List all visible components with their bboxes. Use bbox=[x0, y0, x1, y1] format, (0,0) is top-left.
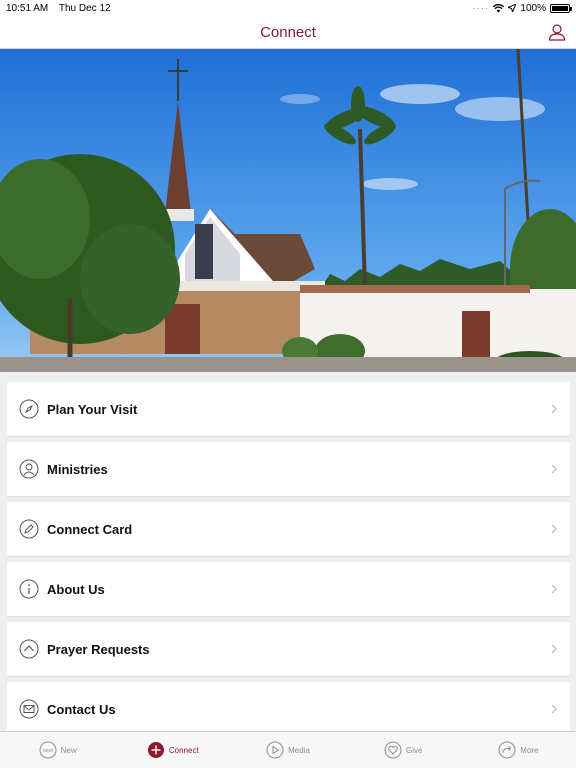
menu-item-about-us[interactable]: About Us bbox=[7, 562, 570, 616]
plus-circle-icon bbox=[147, 742, 164, 758]
nav-bar: Connect bbox=[0, 16, 576, 49]
tab-label: New bbox=[60, 745, 77, 755]
menu-item-prayer-requests[interactable]: Prayer Requests bbox=[7, 622, 570, 676]
new-badge-icon: NEW bbox=[39, 741, 57, 759]
person-circle-icon bbox=[19, 459, 39, 479]
menu-item-label: Plan Your Visit bbox=[47, 401, 138, 417]
menu-item-label: About Us bbox=[47, 581, 105, 597]
location-arrow-icon bbox=[508, 4, 517, 12]
tab-new[interactable]: NEW New bbox=[0, 732, 115, 768]
status-bar: 10:51 AM Thu Dec 12 ···· 100% bbox=[0, 0, 576, 16]
forward-arrow-icon bbox=[498, 741, 516, 759]
signal-dots-icon: ···· bbox=[472, 2, 490, 14]
menu-item-plan-your-visit[interactable]: Plan Your Visit bbox=[7, 382, 570, 436]
battery-percent: 100% bbox=[520, 2, 546, 14]
tab-label: Connect bbox=[168, 745, 199, 755]
tab-label: More bbox=[520, 745, 539, 755]
church-hero-image bbox=[0, 49, 576, 372]
heart-icon bbox=[384, 741, 402, 759]
menu-item-label: Ministries bbox=[47, 461, 108, 477]
pencil-icon bbox=[19, 519, 39, 539]
play-icon bbox=[266, 741, 284, 759]
tab-label: Give bbox=[405, 745, 423, 755]
status-date: Thu Dec 12 bbox=[58, 2, 111, 14]
tab-media[interactable]: Media bbox=[230, 732, 345, 768]
menu-item-ministries[interactable]: Ministries bbox=[7, 442, 570, 496]
person-icon[interactable] bbox=[548, 23, 566, 41]
status-right: ···· 100% bbox=[472, 2, 572, 14]
tab-connect[interactable]: Connect bbox=[115, 732, 230, 768]
status-left: 10:51 AM Thu Dec 12 bbox=[6, 3, 119, 14]
tab-give[interactable]: Give bbox=[346, 732, 461, 768]
menu-item-connect-card[interactable]: Connect Card bbox=[7, 502, 570, 556]
chevron-right-icon bbox=[551, 404, 558, 414]
menu-item-label: Prayer Requests bbox=[47, 641, 150, 657]
envelope-icon bbox=[19, 699, 39, 719]
menu-item-label: Contact Us bbox=[47, 701, 116, 717]
status-time: 10:51 AM bbox=[6, 2, 49, 14]
tab-bar: NEW New Connect Media Give More bbox=[0, 731, 576, 768]
chevron-right-icon bbox=[551, 584, 558, 594]
battery-icon bbox=[550, 3, 572, 13]
chevron-right-icon bbox=[551, 524, 558, 534]
menu-item-label: Connect Card bbox=[47, 521, 133, 537]
compass-icon bbox=[19, 399, 39, 419]
chevron-right-icon bbox=[551, 644, 558, 654]
menu-item-contact-us[interactable]: Contact Us bbox=[7, 682, 570, 736]
tab-label: Media bbox=[288, 745, 310, 755]
church-photo bbox=[0, 49, 576, 372]
page-title: Connect bbox=[260, 23, 316, 41]
wifi-icon bbox=[493, 3, 505, 12]
chevron-right-icon bbox=[551, 464, 558, 474]
tab-more[interactable]: More bbox=[461, 732, 576, 768]
chevron-up-circle-icon bbox=[19, 639, 39, 659]
new-badge-text: NEW bbox=[42, 748, 53, 753]
chevron-right-icon bbox=[551, 704, 558, 714]
info-icon bbox=[19, 579, 39, 599]
